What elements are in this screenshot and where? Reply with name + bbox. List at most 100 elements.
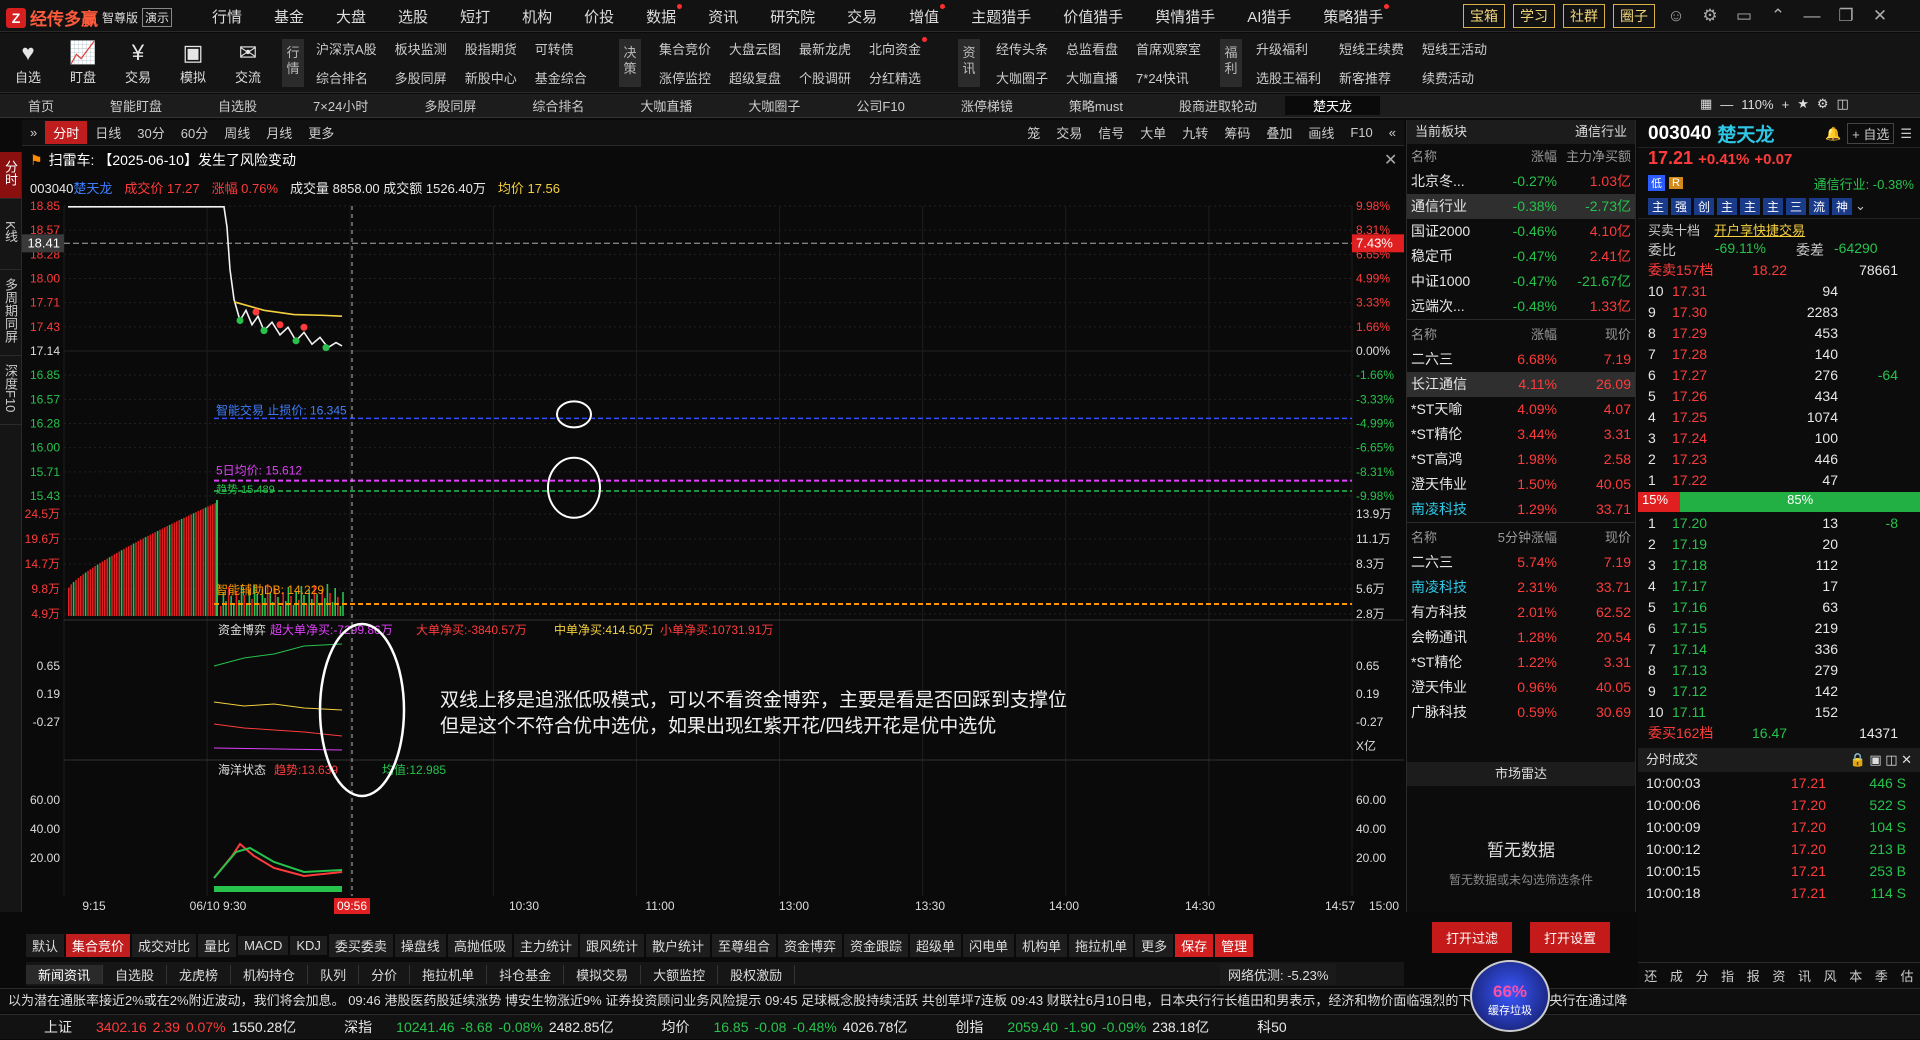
quote-bottom-icon-2[interactable]: 分 xyxy=(1696,966,1709,985)
table-row[interactable]: 二六三 5.74% 7.19 xyxy=(1407,550,1635,575)
indicator-tab-21[interactable]: 管理 xyxy=(1215,934,1254,957)
grid2-item-3[interactable]: 北向资金 xyxy=(869,37,928,58)
menu-item-12[interactable]: 主题猎手 xyxy=(955,6,1047,27)
page-tab-3[interactable]: 7×24小时 xyxy=(285,96,396,115)
indicator-tab-19[interactable]: 更多 xyxy=(1135,934,1174,957)
grid2-item-2[interactable]: 最新龙虎 xyxy=(799,39,851,58)
orderbook-row[interactable]: 5 17.26 434 xyxy=(1638,386,1920,407)
risk-alert[interactable]: ⚑ 扫雷车: 【2025-06-10】发生了风险变动 xyxy=(30,150,296,170)
orderbook-row[interactable]: 10 17.31 94 xyxy=(1638,281,1920,302)
page-tab-4[interactable]: 多股同屏 xyxy=(396,96,504,115)
quote-bottom-icon-3[interactable]: 指 xyxy=(1721,966,1734,985)
menu-item-6[interactable]: 价投 xyxy=(568,6,630,27)
close-icon[interactable]: ✕ xyxy=(1867,6,1893,26)
table-row[interactable]: 澄天伟业 0.96% 40.05 xyxy=(1407,675,1635,700)
orderbook-row[interactable]: 8 17.13 279 xyxy=(1638,660,1920,681)
grid3-item-3[interactable]: 大咖圈子 xyxy=(996,68,1048,87)
grid1-item-4[interactable]: 综合排名 xyxy=(316,68,377,87)
quote-tag-7[interactable]: 流 xyxy=(1809,197,1829,215)
grid4-item-3[interactable]: 选股王福利 xyxy=(1256,68,1321,87)
minimize-icon[interactable]: — xyxy=(1799,6,1825,26)
info-tab-8[interactable]: 模拟交易 xyxy=(564,964,642,984)
restore-icon[interactable]: ❐ xyxy=(1833,6,1859,26)
chart-tool-3[interactable]: 大单 xyxy=(1132,123,1174,142)
period-tab-5[interactable]: 月线 xyxy=(258,123,300,142)
intraday-chart[interactable]: 18.85 9.98% 18.57 8.31% 18.28 6.65% 18.00 4.99%… xyxy=(22,196,1404,916)
info-tab-9[interactable]: 大额监控 xyxy=(641,964,719,984)
table-row[interactable]: 南凌科技 2.31% 33.71 xyxy=(1407,575,1635,600)
nav-f10[interactable]: 深度F10 xyxy=(0,356,21,426)
table-row[interactable]: *ST天喻 4.09% 4.07 xyxy=(1407,397,1635,422)
ticks-tools-icon[interactable]: 🔒 ▣ ◫ ✕ xyxy=(1850,748,1912,772)
quote-bottom-icon-1[interactable]: 成 xyxy=(1670,966,1683,985)
indicator-tab-9[interactable]: 主力统计 xyxy=(513,934,578,957)
menu-item-5[interactable]: 机构 xyxy=(506,6,568,27)
simulate-button[interactable]: ▣ 模拟 xyxy=(171,39,215,86)
period-tab-6[interactable]: 更多 xyxy=(300,123,342,142)
menu-item-16[interactable]: 策略猎手 xyxy=(1307,3,1399,27)
table-row[interactable]: 二六三 6.68% 7.19 xyxy=(1407,347,1635,372)
table-row[interactable]: 北京冬... -0.27% 1.03亿 xyxy=(1407,169,1635,194)
quote-tag-4[interactable]: 主 xyxy=(1740,197,1760,215)
collapse-left-icon[interactable]: » xyxy=(22,125,45,140)
menu-item-15[interactable]: AI猎手 xyxy=(1231,6,1307,27)
indicator-tab-16[interactable]: 闪电单 xyxy=(963,934,1015,957)
menu-item-11[interactable]: 增值 xyxy=(893,3,955,27)
orderbook-row[interactable]: 6 17.15 219 xyxy=(1638,618,1920,639)
quote-tag-2[interactable]: 创 xyxy=(1694,197,1714,215)
quote-bottom-icon-9[interactable]: 季 xyxy=(1875,966,1888,985)
page-tab-9[interactable]: 涨停梯镜 xyxy=(933,96,1041,115)
grid3-item-0[interactable]: 经传头条 xyxy=(996,39,1048,58)
table-row[interactable]: 澄天伟业 1.50% 40.05 xyxy=(1407,472,1635,497)
alert-close-icon[interactable]: ✕ xyxy=(1384,150,1397,170)
menu-item-9[interactable]: 研究院 xyxy=(754,6,831,27)
zoom-in-icon[interactable]: + xyxy=(1782,97,1790,112)
indicator-tab-17[interactable]: 机构单 xyxy=(1016,934,1068,957)
indicator-tab-14[interactable]: 资金跟踪 xyxy=(844,934,909,957)
grid1-item-6[interactable]: 新股中心 xyxy=(465,68,517,87)
grid2-item-0[interactable]: 集合竞价 xyxy=(659,39,711,58)
grid3-item-5[interactable]: 7*24快讯 xyxy=(1136,68,1201,87)
grid1-item-5[interactable]: 多股同屏 xyxy=(395,68,447,87)
orderbook-row[interactable]: 8 17.29 453 xyxy=(1638,323,1920,344)
quote-tag-3[interactable]: 主 xyxy=(1717,197,1737,215)
indicator-tab-2[interactable]: 成交对比 xyxy=(132,934,197,957)
grid4-item-4[interactable]: 新客推荐 xyxy=(1339,68,1404,87)
page-tab-6[interactable]: 大咖直播 xyxy=(612,96,720,115)
community-button[interactable]: 社群 xyxy=(1563,4,1605,28)
indicator-tab-0[interactable]: 默认 xyxy=(26,934,65,957)
chat-button[interactable]: ✉ 交流 xyxy=(226,39,270,86)
chart-tool-8[interactable]: F10 xyxy=(1342,125,1380,140)
grid1-item-0[interactable]: 沪深京A股 xyxy=(316,39,377,58)
indicator-tab-8[interactable]: 高抛低吸 xyxy=(447,934,512,957)
page-tab-2[interactable]: 自选股 xyxy=(190,96,285,115)
table-row[interactable]: *ST精伦 1.22% 3.31 xyxy=(1407,650,1635,675)
table-row[interactable]: 会畅通讯 1.28% 20.54 xyxy=(1407,625,1635,650)
indicator-tab-10[interactable]: 跟风统计 xyxy=(579,934,644,957)
info-tab-7[interactable]: 抖仓基金 xyxy=(487,964,565,984)
menu-item-1[interactable]: 基金 xyxy=(258,6,320,27)
orderbook-row[interactable]: 5 17.16 63 xyxy=(1638,597,1920,618)
gear-icon[interactable]: ⚙ xyxy=(1697,6,1723,26)
quote-bottom-icon-5[interactable]: 资 xyxy=(1772,966,1785,985)
table-row[interactable]: 南凌科技 1.29% 33.71 xyxy=(1407,497,1635,522)
indicator-tab-18[interactable]: 拖拉机单 xyxy=(1069,934,1134,957)
orderbook-row[interactable]: 4 17.25 1074 xyxy=(1638,407,1920,428)
table-row[interactable]: 有方科技 2.01% 62.52 xyxy=(1407,600,1635,625)
page-tab-0[interactable]: 首页 xyxy=(0,96,82,115)
menu-item-0[interactable]: 行情 xyxy=(196,6,258,27)
orderbook-row[interactable]: 6 17.27 276 -64 xyxy=(1638,365,1920,386)
nav-intraday[interactable]: 分时 xyxy=(0,152,21,199)
add-favorite-button[interactable]: + 自选 xyxy=(1847,123,1895,144)
table-row[interactable]: 长江通信 4.11% 26.09 xyxy=(1407,372,1635,397)
grid2-item-6[interactable]: 个股调研 xyxy=(799,68,851,87)
menu-icon[interactable]: ☰ xyxy=(1900,126,1920,142)
menu-item-14[interactable]: 舆情猎手 xyxy=(1139,6,1231,27)
chart-tool-5[interactable]: 筹码 xyxy=(1216,123,1258,142)
panel-icon[interactable]: ◫ xyxy=(1837,96,1849,112)
page-tab-1[interactable]: 智能盯盘 xyxy=(82,96,190,115)
quote-bottom-icon-10[interactable]: 估 xyxy=(1901,966,1914,985)
grid2-item-5[interactable]: 超级复盘 xyxy=(729,68,781,87)
favorites-button[interactable]: ♥ 自选 xyxy=(6,39,50,86)
study-button[interactable]: 学习 xyxy=(1513,4,1555,28)
